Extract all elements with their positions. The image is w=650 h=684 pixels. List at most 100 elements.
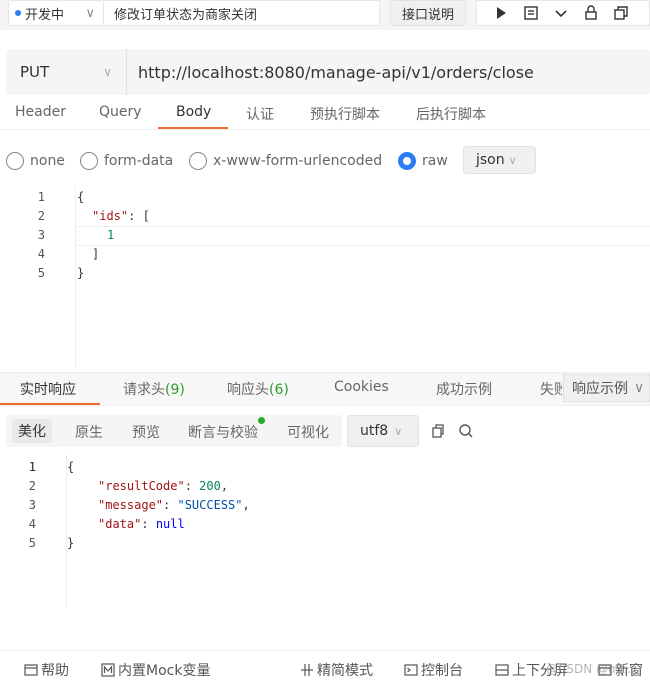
method-label: PUT <box>20 63 50 81</box>
tab-auth[interactable]: 认证 <box>246 104 274 124</box>
count-badge: (9) <box>165 382 185 398</box>
tab-label: 响应头 <box>227 382 269 398</box>
help-label: 帮助 <box>41 663 69 679</box>
line-number: 5 <box>37 266 45 280</box>
json-key: "data" <box>98 517 142 531</box>
line-number: 5 <box>28 536 36 550</box>
code-line: "data": null <box>98 517 185 531</box>
save-icon[interactable] <box>523 5 539 21</box>
code-text[interactable]: } <box>77 266 84 280</box>
response-gutter <box>66 455 67 607</box>
current-line-highlight <box>75 226 650 246</box>
code-text[interactable]: ] <box>92 247 99 261</box>
view-preview[interactable]: 预览 <box>132 422 160 442</box>
radio-none[interactable]: none <box>6 152 65 170</box>
url-divider <box>126 49 127 95</box>
radio-form-data[interactable]: form-data <box>80 152 173 170</box>
radio-urlencoded[interactable]: x-www-form-urlencoded <box>189 152 382 170</box>
url-input[interactable]: http://localhost:8080/manage-api/v1/orde… <box>138 49 534 95</box>
help-button[interactable]: 帮助 <box>24 660 69 680</box>
radio-circle-checked <box>398 152 416 170</box>
tab-cookies[interactable]: Cookies <box>334 379 389 395</box>
console-icon <box>404 664 418 676</box>
mock-label: 内置Mock变量 <box>118 663 211 679</box>
radio-label: x-www-form-urlencoded <box>213 153 383 169</box>
json-number[interactable]: 1 <box>107 228 114 242</box>
tab-body[interactable]: Body <box>176 104 211 120</box>
radio-label: form-data <box>104 153 174 169</box>
line-number: 1 <box>28 460 36 474</box>
env-status-dot <box>15 10 21 16</box>
environment-select[interactable]: 开发中 ∨ <box>8 0 104 26</box>
console-button[interactable]: 控制台 <box>404 660 463 680</box>
tab-query[interactable]: Query <box>99 104 142 120</box>
view-visualize[interactable]: 可视化 <box>287 422 329 442</box>
help-icon <box>24 664 38 676</box>
console-label: 控制台 <box>421 663 463 679</box>
radio-circle <box>80 152 98 170</box>
tab-request-headers[interactable]: 请求头(9) <box>123 379 185 399</box>
editor-gutter <box>75 186 76 368</box>
radio-label: raw <box>422 153 448 169</box>
simple-mode-icon <box>301 664 313 676</box>
example-select[interactable]: 响应示例 ∨ <box>563 374 650 402</box>
encoding-select[interactable]: utf8 ∨ <box>347 415 419 447</box>
tab-pre-script[interactable]: 预执行脚本 <box>310 104 380 124</box>
api-doc-button[interactable]: 接口说明 <box>390 0 466 26</box>
play-icon[interactable] <box>493 5 509 21</box>
api-name-input[interactable]: 修改订单状态为商家关闭 <box>104 0 380 26</box>
json-punct: : [ <box>128 209 150 223</box>
split-icon <box>495 664 509 676</box>
view-raw[interactable]: 原生 <box>75 422 103 442</box>
tab-live-response[interactable]: 实时响应 <box>20 379 76 399</box>
chevron-down-icon: ∨ <box>394 424 403 438</box>
view-assertions[interactable]: 断言与校验 <box>188 422 258 442</box>
count-badge: (6) <box>269 382 289 398</box>
example-select-label: 响应示例 <box>572 381 628 397</box>
method-select[interactable]: PUT ∨ <box>6 49 126 95</box>
action-tools <box>476 0 650 26</box>
search-icon[interactable] <box>458 423 474 439</box>
line-number: 4 <box>37 247 45 261</box>
radio-raw[interactable]: raw <box>398 152 448 170</box>
encoding-label: utf8 <box>360 423 389 439</box>
tab-header[interactable]: Header <box>15 104 66 120</box>
chevron-down-icon: ∨ <box>508 153 517 167</box>
active-tab-indicator <box>158 127 228 129</box>
simple-mode-button[interactable]: 精简模式 <box>300 660 373 680</box>
assertion-status-dot <box>258 417 265 424</box>
watermark: @CSDN @mr... <box>546 662 635 676</box>
copy-icon[interactable] <box>430 423 446 439</box>
line-number: 3 <box>37 228 45 242</box>
code-line[interactable]: "ids": [ <box>92 209 150 223</box>
chevron-down-icon[interactable] <box>553 5 569 21</box>
code-text[interactable]: { <box>77 190 84 204</box>
code-line: "resultCode": 200, <box>98 479 229 493</box>
copy-icon[interactable] <box>613 5 629 21</box>
mock-vars-button[interactable]: 内置Mock变量 <box>101 660 210 680</box>
tab-success-example[interactable]: 成功示例 <box>436 379 492 399</box>
format-select[interactable]: json ∨ <box>463 146 536 174</box>
mock-icon <box>101 663 115 677</box>
tab-post-script[interactable]: 后执行脚本 <box>416 104 486 124</box>
chevron-down-icon: ∨ <box>85 5 95 21</box>
radio-circle <box>6 152 24 170</box>
code-text: { <box>67 460 75 474</box>
view-pretty[interactable]: 美化 <box>12 419 52 443</box>
json-null: null <box>155 517 185 531</box>
line-number: 1 <box>37 190 45 204</box>
active-response-tab-indicator <box>0 403 100 405</box>
code-line: "message": "SUCCESS", <box>98 498 250 512</box>
tab-failure-example[interactable]: 失败 <box>540 379 562 399</box>
line-number: 2 <box>37 209 45 223</box>
line-number: 4 <box>28 517 36 531</box>
radio-circle <box>189 152 207 170</box>
share-icon[interactable] <box>583 5 599 21</box>
radio-label: none <box>30 153 65 169</box>
environment-label: 开发中 <box>25 7 65 23</box>
tab-response-headers[interactable]: 响应头(6) <box>227 379 289 399</box>
line-number: 2 <box>28 479 36 493</box>
code-text: } <box>67 536 75 550</box>
format-label: json <box>476 152 505 168</box>
line-number: 3 <box>28 498 36 512</box>
